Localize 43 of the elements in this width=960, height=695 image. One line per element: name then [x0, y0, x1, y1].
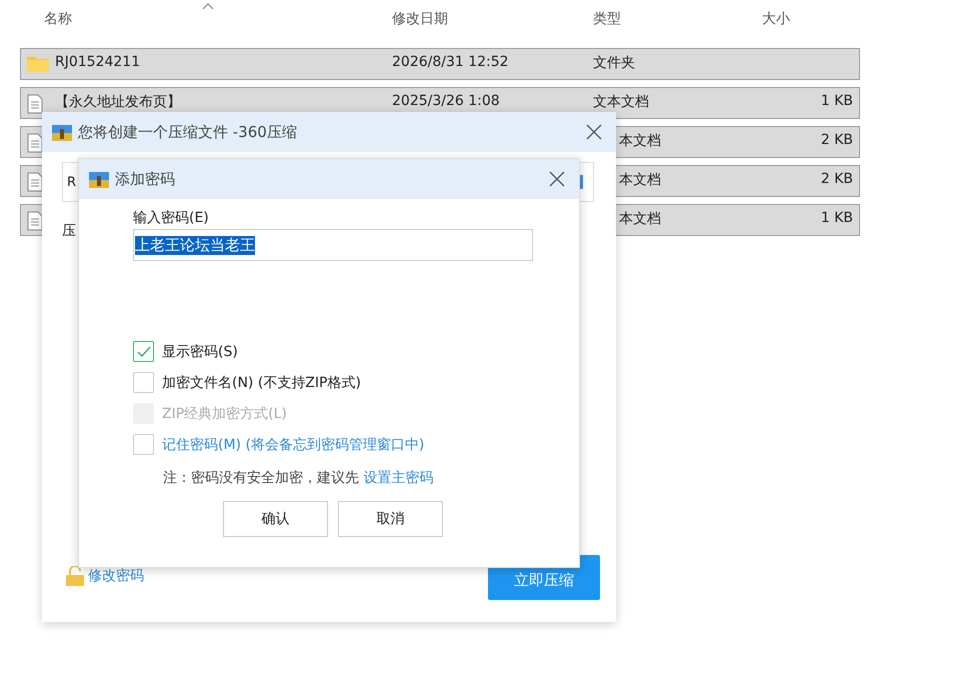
change-password-link[interactable]: 修改密码 — [88, 567, 144, 585]
option-label[interactable]: 显示密码(S) — [162, 342, 238, 360]
window-title: 您将创建一个压缩文件 -360压缩 — [78, 122, 298, 142]
field-label: 输入密码(E) — [133, 209, 210, 227]
column-header[interactable]: 名称 — [44, 10, 72, 28]
file-type: 本文档 — [619, 132, 661, 150]
option-label[interactable]: 加密文件名(N) (不支持ZIP格式) — [162, 374, 361, 392]
dialog-button[interactable]: 确认 — [223, 501, 328, 537]
close-icon — [549, 171, 565, 187]
column-header[interactable]: 大小 — [762, 10, 790, 28]
file-name: RJ01524211 — [55, 54, 140, 70]
file-size: 1 KB — [820, 93, 853, 109]
file-date: 2025/3/26 1:08 — [392, 93, 500, 109]
file-type: 本文档 — [619, 171, 661, 189]
dialog-button[interactable]: 取消 — [338, 501, 443, 537]
field-label: 压 — [62, 222, 76, 240]
checkbox[interactable] — [133, 372, 154, 393]
checkbox[interactable] — [133, 434, 154, 455]
archive-icon — [52, 123, 72, 141]
column-header[interactable]: 修改日期 — [392, 10, 448, 28]
file-type: 文件夹 — [593, 54, 635, 72]
file-size: 1 KB — [820, 210, 853, 226]
archive-icon — [89, 170, 109, 188]
note-text: 注：密码没有安全加密，建议先 设置主密码 — [163, 469, 434, 487]
file-date: 2026/8/31 12:52 — [392, 54, 509, 70]
master-password-link[interactable]: 设置主密码 — [363, 470, 434, 486]
dialog-title: 添加密码 — [115, 170, 176, 188]
sort-caret-icon — [202, 3, 214, 10]
file-size: 2 KB — [820, 132, 853, 148]
column-header[interactable]: 类型 — [593, 10, 621, 28]
check-icon — [136, 346, 150, 358]
file-name: 【永久地址发布页】 — [55, 93, 181, 111]
file-type: 文本文档 — [593, 93, 649, 111]
file-size: 2 KB — [820, 171, 853, 187]
folder-icon — [27, 55, 49, 72]
lock-icon — [66, 566, 84, 586]
option-link[interactable]: 记住密码(M) (将会备忘到密码管理窗口中) — [162, 436, 424, 454]
file-row[interactable]: RJ01524211 2026/8/31 12:52 文件夹 — [20, 48, 860, 80]
close-icon — [586, 124, 602, 140]
file-type: 本文档 — [619, 210, 661, 228]
document-icon — [27, 94, 43, 114]
checkbox[interactable] — [133, 341, 154, 362]
password-field[interactable]: 上老王论坛当老王 — [133, 229, 533, 261]
